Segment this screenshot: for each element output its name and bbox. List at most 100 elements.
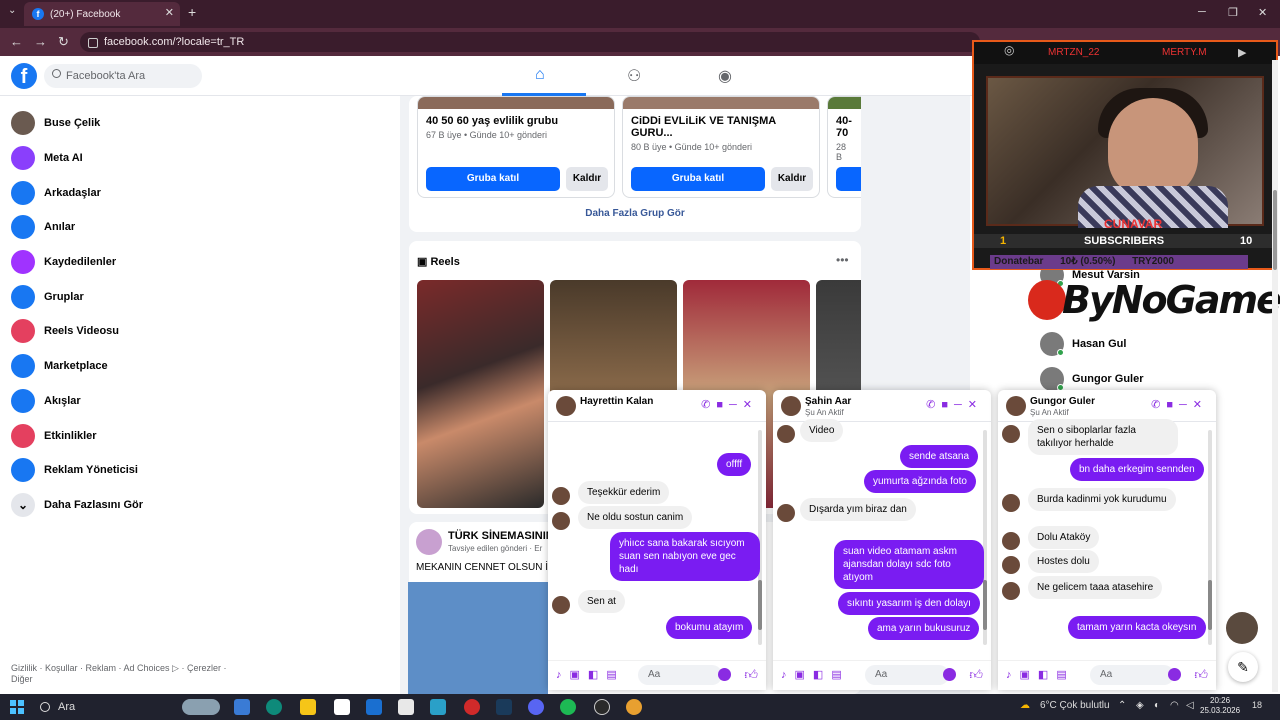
- chat-header[interactable]: Hayrettin Kalan ✆■─✕: [548, 390, 766, 422]
- footer-links[interactable]: Gizlilik · Koşullar · Reklam · Ad Choice…: [11, 663, 231, 685]
- sidebar-item[interactable]: Anılar: [0, 210, 400, 245]
- opera-icon[interactable]: [464, 699, 480, 715]
- volume-icon[interactable]: ◁: [1186, 700, 1194, 711]
- new-tab-button[interactable]: +: [188, 4, 196, 20]
- chat-header[interactable]: Şahin Aar Şu An Aktif ✆■─✕: [773, 390, 991, 422]
- chat-contact-name[interactable]: Şahin Aar: [805, 396, 851, 407]
- tab-search-icon[interactable]: ⌄: [8, 5, 16, 16]
- sent-message[interactable]: yhiıcc sana bakarak sıcıyom suan sen nab…: [610, 532, 760, 581]
- microphone-icon[interactable]: ♪: [556, 669, 570, 681]
- phone-icon[interactable]: ✆: [701, 399, 716, 411]
- chat-scroll-thumb[interactable]: [758, 580, 762, 630]
- post-image[interactable]: [408, 582, 548, 694]
- sticker-icon[interactable]: ◧: [1038, 669, 1056, 681]
- tray-icon[interactable]: ◈: [1136, 700, 1144, 711]
- received-message[interactable]: Hostes dolu: [1028, 550, 1099, 573]
- sent-message[interactable]: ama yarın bukusuruz: [868, 617, 980, 640]
- gif-icon[interactable]: ▤: [1056, 669, 1074, 681]
- avatar[interactable]: [556, 396, 576, 416]
- tray-chevron-icon[interactable]: ⌃: [1118, 700, 1126, 711]
- edge-icon[interactable]: [266, 699, 282, 715]
- emoji-icon[interactable]: [1168, 668, 1181, 681]
- network-icon[interactable]: ◐: [1154, 700, 1160, 711]
- wifi-icon[interactable]: ◠: [1170, 700, 1179, 711]
- like-icon[interactable]: 👍︎: [969, 667, 983, 683]
- message-input[interactable]: Aa: [1090, 665, 1174, 685]
- received-message[interactable]: Teşekkür ederim: [578, 481, 670, 504]
- group-name[interactable]: 40-70: [828, 109, 861, 139]
- copilot-icon[interactable]: [234, 699, 250, 715]
- minimize-chat-icon[interactable]: ─: [729, 399, 743, 411]
- phone-icon[interactable]: ✆: [1151, 399, 1166, 411]
- sent-message[interactable]: sıkıntı yasarım iş den dolayı: [838, 592, 980, 615]
- more-groups-link[interactable]: Daha Fazla Grup Gör: [409, 208, 861, 219]
- video-icon[interactable]: ■: [716, 399, 729, 411]
- search-input[interactable]: Facebook'ta Ara: [44, 64, 202, 88]
- remove-group-button[interactable]: Kaldır: [566, 167, 608, 191]
- phone-icon[interactable]: ✆: [926, 399, 941, 411]
- sidebar-item[interactable]: Gruplar: [0, 279, 400, 314]
- close-chat-icon[interactable]: ✕: [968, 399, 983, 411]
- browser-tab[interactable]: f (20+) Facebook ✕: [24, 2, 180, 26]
- emoji-icon[interactable]: [718, 668, 731, 681]
- sent-message[interactable]: suan video atamam askm ajansdan dolayı s…: [834, 540, 984, 589]
- received-message[interactable]: Video: [800, 419, 844, 442]
- contact-item[interactable]: Hasan Gul: [1040, 331, 1126, 357]
- steam-icon[interactable]: [496, 699, 512, 715]
- url-field[interactable]: facebook.com/?locale=tr_TR: [80, 32, 980, 52]
- emoji-icon[interactable]: [943, 668, 956, 681]
- microphone-icon[interactable]: ♪: [781, 669, 795, 681]
- maximize-icon[interactable]: ❐: [1228, 6, 1238, 19]
- notification-count[interactable]: 18: [1252, 700, 1262, 710]
- page-scrollbar[interactable]: [1272, 60, 1278, 692]
- tab-close-icon[interactable]: ✕: [165, 6, 174, 19]
- gif-icon[interactable]: ▤: [831, 669, 849, 681]
- window-close-icon[interactable]: ✕: [1258, 6, 1267, 19]
- group-name[interactable]: CiDDi EVLiLiK VE TANIŞMA GURU...: [623, 109, 819, 139]
- sidebar-item[interactable]: Buse Çelik: [0, 106, 400, 141]
- page-scroll-thumb[interactable]: [1273, 190, 1277, 270]
- sticker-icon[interactable]: ◧: [813, 669, 831, 681]
- received-message[interactable]: Dolu Ataköy: [1028, 526, 1100, 549]
- image-icon[interactable]: ▣: [1020, 669, 1038, 681]
- taskbar-clock[interactable]: 20:26 25.03.2026: [1200, 696, 1240, 716]
- sent-message[interactable]: bn daha erkegim sennden: [1070, 458, 1204, 481]
- reel-thumbnail[interactable]: [417, 280, 544, 508]
- sidebar-item[interactable]: ⌄ Daha Fazlasını Gör: [0, 488, 400, 523]
- sidebar-item[interactable]: Reklam Yöneticisi: [0, 453, 400, 488]
- minimize-chat-icon[interactable]: ─: [1179, 399, 1193, 411]
- received-message[interactable]: Sen o siboplarlar fazla takılıyor herhal…: [1028, 419, 1178, 455]
- video-icon[interactable]: ■: [941, 399, 954, 411]
- received-message[interactable]: Ne oldu sostun canim: [578, 506, 693, 529]
- join-group-button[interactable]: [836, 167, 861, 191]
- sent-message[interactable]: offff: [717, 453, 752, 476]
- sidebar-item[interactable]: Arkadaşlar: [0, 175, 400, 210]
- chat-head-avatar[interactable]: [1226, 612, 1258, 644]
- chat-contact-name[interactable]: Hayrettin Kalan: [580, 396, 653, 407]
- groups-nav-icon[interactable]: ◉: [718, 66, 732, 86]
- sent-message[interactable]: sende atsana: [900, 445, 979, 468]
- home-icon[interactable]: ⌂: [535, 66, 545, 84]
- like-icon[interactable]: 👍︎: [1194, 667, 1208, 683]
- image-icon[interactable]: ▣: [795, 669, 813, 681]
- back-icon[interactable]: ←: [10, 34, 23, 49]
- chat-scroll-thumb[interactable]: [1208, 580, 1212, 630]
- group-name[interactable]: 40 50 60 yaş evlilik grubu: [418, 109, 614, 127]
- chat-scroll-thumb[interactable]: [983, 580, 987, 630]
- outlook-icon[interactable]: [366, 699, 382, 715]
- sidebar-item[interactable]: Marketplace: [0, 349, 400, 384]
- sidebar-item[interactable]: Akışlar: [0, 384, 400, 419]
- obs-icon[interactable]: [594, 699, 610, 715]
- chrome-icon[interactable]: [626, 699, 642, 715]
- received-message[interactable]: Sen at: [578, 590, 625, 613]
- sent-message[interactable]: tamam yarın kacta okeysın: [1068, 616, 1206, 639]
- file-explorer-icon[interactable]: [300, 699, 316, 715]
- friends-nav-icon[interactable]: ⚇: [627, 66, 641, 86]
- video-icon[interactable]: ■: [1166, 399, 1179, 411]
- received-message[interactable]: Dışarda yım biraz dan: [800, 498, 916, 521]
- sticker-icon[interactable]: ◧: [588, 669, 606, 681]
- chat-header[interactable]: Gungor Guler Şu An Aktif ✆■─✕: [998, 390, 1216, 422]
- contact-item[interactable]: Gungor Guler: [1040, 366, 1144, 392]
- sidebar-item[interactable]: Meta AI: [0, 141, 400, 176]
- facebook-logo[interactable]: f: [11, 63, 37, 89]
